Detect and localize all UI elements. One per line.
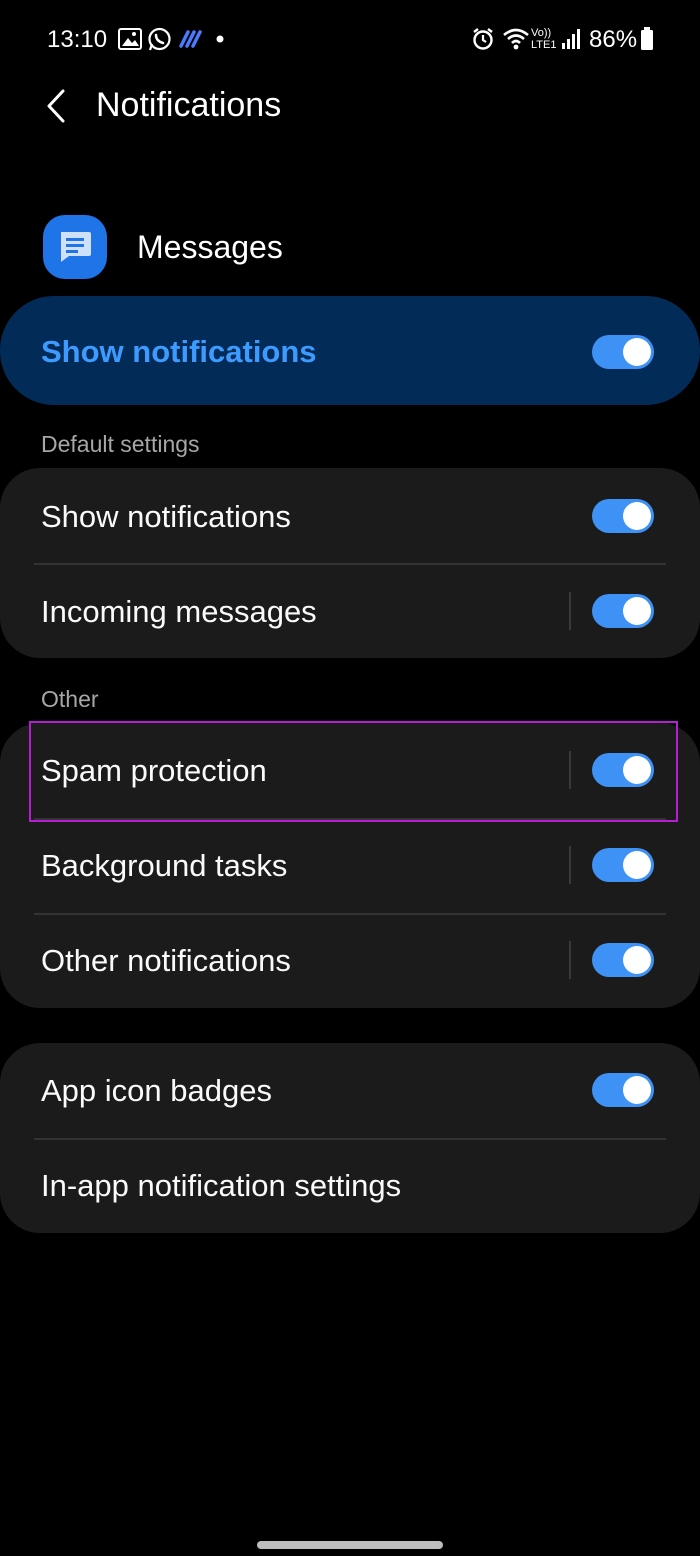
row-label: Other notifications	[41, 943, 291, 978]
master-notifications-toggle[interactable]	[592, 335, 654, 369]
other-notifications-toggle[interactable]	[592, 943, 654, 977]
status-bar: 13:10 Vo)) LTE1 86%	[0, 0, 700, 80]
gesture-nav-handle[interactable]	[257, 1541, 443, 1549]
toggle-knob	[623, 502, 651, 530]
messages-icon	[43, 215, 107, 279]
vertical-separator	[569, 846, 571, 884]
app-icon-badges-toggle[interactable]	[592, 1073, 654, 1107]
toggle-knob	[623, 597, 651, 625]
page-title: Notifications	[96, 86, 282, 124]
row-label: Incoming messages	[41, 594, 317, 629]
row-label: Show notifications	[41, 499, 291, 534]
incoming-messages-toggle[interactable]	[592, 594, 654, 628]
app-name: Messages	[137, 229, 283, 265]
toggle-knob	[623, 851, 651, 879]
highlight-box	[29, 721, 678, 822]
master-notifications-label: Show notifications	[41, 334, 317, 369]
battery-percent: 86%	[589, 26, 638, 53]
back-button[interactable]	[34, 82, 78, 130]
show-notifications-toggle[interactable]	[592, 499, 654, 533]
alarm-icon	[471, 26, 495, 52]
wifi-icon	[502, 26, 530, 52]
row-label: Background tasks	[41, 848, 288, 883]
toggle-knob	[623, 338, 651, 366]
row-label: In-app notification settings	[41, 1168, 402, 1203]
app-logo-icon	[178, 26, 204, 52]
whatsapp-icon	[147, 26, 172, 52]
network-label: LTE1	[531, 39, 557, 51]
gallery-icon	[118, 26, 142, 52]
toggle-knob	[623, 1076, 651, 1104]
toggle-knob	[623, 946, 651, 974]
battery-icon	[640, 26, 654, 52]
volte-label: Vo))	[531, 27, 552, 39]
status-time: 13:10	[47, 26, 108, 53]
row-label: App icon badges	[41, 1073, 272, 1108]
vertical-separator	[569, 941, 571, 979]
signal-icon	[561, 26, 581, 52]
dot-icon	[216, 26, 224, 52]
vertical-separator	[569, 592, 571, 630]
background-tasks-toggle[interactable]	[592, 848, 654, 882]
screen: 13:10 Vo)) LTE1 86% Notifications Messag…	[0, 0, 700, 1556]
section-title-default: Default settings	[41, 431, 200, 457]
section-title-other: Other	[41, 686, 99, 712]
chevron-left-icon	[47, 89, 65, 123]
